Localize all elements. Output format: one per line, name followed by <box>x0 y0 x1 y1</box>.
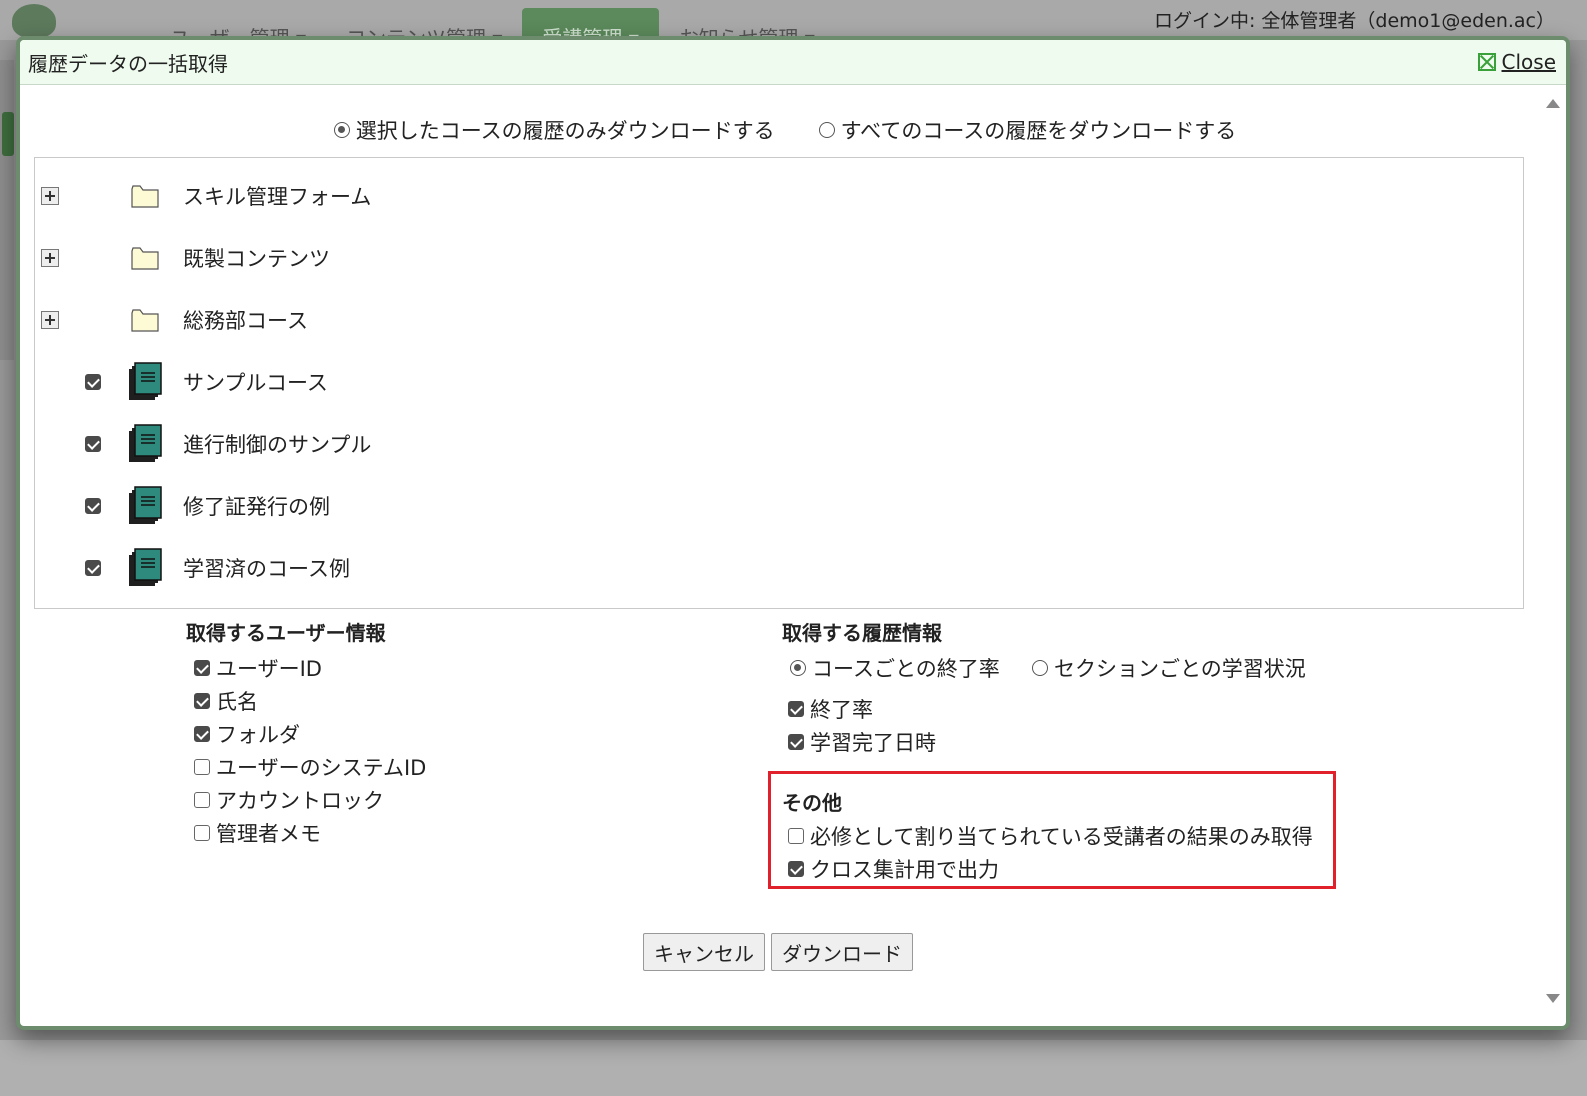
download-scope: 選択したコースの履歴のみダウンロードする すべてのコースの履歴をダウンロードする <box>20 115 1550 145</box>
folder-icon <box>131 309 159 332</box>
radio-selected-only[interactable] <box>333 122 350 138</box>
close-button[interactable]: Close <box>1477 50 1556 74</box>
course-checkbox[interactable] <box>85 436 101 452</box>
tree-course-label[interactable]: 修了証発行の例 <box>183 491 330 521</box>
user-info-checkbox[interactable] <box>194 825 210 841</box>
course-checkbox[interactable] <box>85 560 101 576</box>
user-info-checkbox[interactable] <box>194 726 210 742</box>
course-checkbox[interactable] <box>85 498 101 514</box>
history-info-option[interactable]: 終了率 <box>788 694 873 724</box>
course-book-icon <box>129 362 162 400</box>
course-book-icon <box>129 424 162 462</box>
user-info-option[interactable]: 管理者メモ <box>194 818 321 848</box>
history-info-option[interactable]: 学習完了日時 <box>788 727 936 757</box>
tree-course-label[interactable]: サンプルコース <box>183 367 328 397</box>
bulk-history-dialog: 履歴データの一括取得 Close 選択したコースの履歴のみダウンロードする すべ… <box>16 36 1570 1030</box>
folder-icon <box>131 247 159 270</box>
tree-logo-icon <box>12 4 56 38</box>
tree-course-item[interactable]: 進行制御のサンプル <box>35 424 371 464</box>
expand-plus-icon[interactable] <box>41 187 59 205</box>
user-info-option[interactable]: ユーザーのシステムID <box>194 752 426 782</box>
expand-plus-icon[interactable] <box>41 249 59 267</box>
tree-course-item[interactable]: 修了証発行の例 <box>35 486 330 526</box>
history-info-checkbox[interactable] <box>788 701 804 717</box>
other-checkbox[interactable] <box>788 828 804 844</box>
dialog-title: 履歴データの一括取得 <box>28 51 228 76</box>
user-info-option-label: ユーザーID <box>216 657 322 681</box>
background-sidebar <box>0 60 14 360</box>
history-mode-course[interactable]: コースごとの終了率 <box>790 653 1000 683</box>
other-option[interactable]: 必修として割り当てられている受講者の結果のみ取得 <box>788 821 1313 851</box>
user-info-checkbox[interactable] <box>194 693 210 709</box>
radio-all-courses[interactable] <box>818 122 835 138</box>
user-info-option[interactable]: フォルダ <box>194 719 300 749</box>
other-title: その他 <box>782 791 842 815</box>
course-book-icon <box>129 548 162 586</box>
user-info-option-label: アカウントロック <box>216 789 384 813</box>
course-book-icon <box>129 486 162 524</box>
scope-all-courses[interactable]: すべてのコースの履歴をダウンロードする <box>818 115 1237 145</box>
tree-course-label[interactable]: 進行制御のサンプル <box>183 429 371 459</box>
other-option-label: 必修として割り当てられている受講者の結果のみ取得 <box>810 825 1313 849</box>
user-info-checkbox[interactable] <box>194 792 210 808</box>
scroll-up-arrow-icon[interactable] <box>1546 99 1560 108</box>
close-icon[interactable] <box>1477 53 1496 71</box>
scroll-down-arrow-icon[interactable] <box>1546 994 1560 1003</box>
history-mode-course-label: コースごとの終了率 <box>812 657 1000 681</box>
history-info-option-label: 終了率 <box>810 698 873 722</box>
history-info-option-label: 学習完了日時 <box>810 731 936 755</box>
tree-course-item[interactable]: 学習済のコース例 <box>35 548 350 588</box>
user-info-option-label: 氏名 <box>216 690 258 714</box>
tree-course-label[interactable]: 学習済のコース例 <box>183 553 350 583</box>
user-info-checkbox[interactable] <box>194 660 210 676</box>
user-info-title: 取得するユーザー情報 <box>186 621 386 645</box>
other-option-label: クロス集計用で出力 <box>810 858 999 882</box>
tree-folder-label[interactable]: 総務部コース <box>183 305 308 335</box>
tree-folder-label[interactable]: 既製コンテンツ <box>183 243 330 273</box>
expand-plus-icon[interactable] <box>41 311 59 329</box>
user-info-option-label: フォルダ <box>216 723 300 747</box>
download-button[interactable]: ダウンロード <box>771 933 913 971</box>
scope-selected-only-label: 選択したコースの履歴のみダウンロードする <box>355 119 775 143</box>
tree-course-item[interactable]: サンプルコース <box>35 362 328 402</box>
background-header: ユーザー管理 ▾ コンテンツ管理 ▾ 受講管理 ▾ お知らせ管理 ▾ ログイン中… <box>0 0 1587 50</box>
radio-history-section[interactable] <box>1032 660 1048 676</box>
user-info-checkbox[interactable] <box>194 759 210 775</box>
history-mode-section-label: セクションごとの学習状況 <box>1054 657 1306 681</box>
history-info-checkbox[interactable] <box>788 734 804 750</box>
user-info-option[interactable]: 氏名 <box>194 686 258 716</box>
history-mode-section[interactable]: セクションごとの学習状況 <box>1032 653 1306 683</box>
history-info-title: 取得する履歴情報 <box>782 621 942 645</box>
user-info-option-label: 管理者メモ <box>216 822 321 846</box>
user-info-option-label: ユーザーのシステムID <box>216 756 427 780</box>
user-info-option[interactable]: アカウントロック <box>194 785 384 815</box>
background-sidebar-button <box>2 112 14 156</box>
course-tree: スキル管理フォーム 既製コンテンツ 総務部コース サンプルコース 進行制御のサン… <box>34 157 1524 609</box>
other-checkbox[interactable] <box>788 861 804 877</box>
folder-icon <box>131 185 159 208</box>
scope-selected-only[interactable]: 選択したコースの履歴のみダウンロードする <box>333 115 775 145</box>
radio-history-course[interactable] <box>790 660 806 676</box>
course-checkbox[interactable] <box>85 374 101 390</box>
other-option[interactable]: クロス集計用で出力 <box>788 854 999 884</box>
cancel-button[interactable]: キャンセル <box>643 933 765 971</box>
scope-all-courses-label: すべてのコースの履歴をダウンロードする <box>840 119 1237 143</box>
login-status: ログイン中: 全体管理者（demo1@eden.ac） <box>1153 10 1555 32</box>
close-label[interactable]: Close <box>1502 50 1556 74</box>
user-info-option[interactable]: ユーザーID <box>194 653 322 683</box>
dialog-header: 履歴データの一括取得 Close <box>20 40 1566 85</box>
tree-folder-label[interactable]: スキル管理フォーム <box>183 181 371 211</box>
dialog-body: 選択したコースの履歴のみダウンロードする すべてのコースの履歴をダウンロードする… <box>20 85 1566 1023</box>
background-footer <box>0 1040 1587 1096</box>
